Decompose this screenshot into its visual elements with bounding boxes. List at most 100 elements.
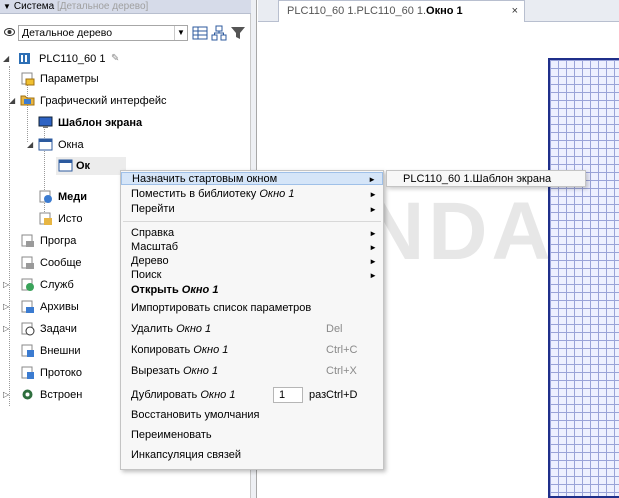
menu-item-goto[interactable]: Перейти ► xyxy=(121,203,383,216)
menu-item-copy[interactable]: Копировать Окно 1 Ctrl+C xyxy=(121,344,383,357)
tree-item-label: Параметры xyxy=(40,73,99,85)
params-icon xyxy=(21,72,35,86)
menu-item-import-params[interactable]: Импортировать список параметров xyxy=(121,302,383,315)
submenu-item-screen-template[interactable]: PLC110_60 1.Шаблон экрана xyxy=(403,172,551,186)
collapsed-arrow-icon[interactable]: ▷ xyxy=(3,276,13,294)
expanded-arrow-icon[interactable]: ◢ xyxy=(3,50,13,68)
submenu-arrow-icon: ► xyxy=(369,257,377,266)
menu-item-rename[interactable]: Переименовать xyxy=(121,429,383,442)
tree-item-label: Сообще xyxy=(40,257,82,269)
duplicate-unit-label: раз xyxy=(309,389,327,401)
tree-item-embedded[interactable]: ▷ Встроен xyxy=(3,386,125,404)
tasks-icon xyxy=(21,322,35,336)
close-icon[interactable]: × xyxy=(512,1,518,21)
document-tab-bar: PLC110_60 1.PLC110_60 1.Окно 1 × xyxy=(258,0,619,22)
tree-item-tasks[interactable]: ▷ Задачи xyxy=(3,320,125,338)
tree-mode-select[interactable]: Детальное дерево ▼ xyxy=(18,25,188,41)
tree-item-protocols[interactable]: Протоко xyxy=(20,364,125,382)
tree-item-external[interactable]: Внешни xyxy=(20,342,125,360)
menu-separator xyxy=(123,221,381,222)
tree-item-screen-template[interactable]: Шаблон экрана xyxy=(38,114,238,132)
panel-title-hint: [Детальное дерево] xyxy=(56,1,149,12)
table-view-icon[interactable] xyxy=(192,25,208,41)
tree-mode-value: Детальное дерево xyxy=(22,27,113,39)
context-menu: Назначить стартовым окном ► Поместить в … xyxy=(120,170,384,470)
submenu-start-window: PLC110_60 1.Шаблон экрана xyxy=(386,170,586,187)
expanded-arrow-icon[interactable]: ◢ xyxy=(27,136,37,154)
tab-window1[interactable]: PLC110_60 1.PLC110_60 1.Окно 1 × xyxy=(278,0,525,22)
menu-item-put-library[interactable]: Поместить в библиотеку Окно 1 ► xyxy=(121,188,383,201)
menu-item-label: Копировать xyxy=(131,344,191,356)
tree-item-label: Архивы xyxy=(40,301,79,313)
messages-icon xyxy=(21,256,34,269)
menu-item-label: Дерево xyxy=(131,255,169,267)
collapse-arrow-icon[interactable]: ▼ xyxy=(3,2,11,11)
menu-item-label: Дублировать xyxy=(131,389,198,401)
tree-connector xyxy=(27,82,28,142)
tree-item-sources[interactable]: Исто xyxy=(38,210,128,228)
tab-title-bold: Окно 1 xyxy=(426,5,463,17)
expanded-arrow-icon[interactable]: ◢ xyxy=(9,92,19,110)
panel-title: Система xyxy=(13,1,55,12)
archives-icon xyxy=(21,300,34,313)
tree-item-label: Внешни xyxy=(40,345,81,357)
menu-item-object: Окно 1 xyxy=(259,188,295,200)
external-icon xyxy=(21,344,34,357)
chevron-down-icon[interactable]: ▼ xyxy=(174,26,187,40)
tree-item-gui[interactable]: ◢ Графический интерфейс xyxy=(9,92,240,110)
menu-item-open[interactable]: Открыть Окно 1 xyxy=(121,284,383,297)
sources-icon xyxy=(39,212,52,225)
tree-item-programs[interactable]: Програ xyxy=(20,232,125,250)
tree-item-label: Графический интерфейс xyxy=(40,95,167,107)
collapsed-arrow-icon[interactable]: ▷ xyxy=(3,320,13,338)
tree-item-windows[interactable]: ◢ Окна xyxy=(27,136,238,154)
submenu-arrow-icon: ► xyxy=(368,175,376,184)
hierarchy-icon[interactable] xyxy=(211,25,227,41)
menu-item-help[interactable]: Справка ► xyxy=(121,227,383,240)
menu-item-set-start[interactable]: Назначить стартовым окном ► xyxy=(121,172,383,185)
pencil-icon[interactable]: ✎ xyxy=(111,50,119,68)
tree-item-label: Служб xyxy=(40,279,74,291)
submenu-arrow-icon: ► xyxy=(369,271,377,280)
collapsed-arrow-icon[interactable]: ▷ xyxy=(3,386,13,404)
duplicate-count-input[interactable]: 1 xyxy=(273,387,303,403)
tree-item-label: Меди xyxy=(58,191,88,203)
window-icon xyxy=(58,159,73,172)
menu-item-label: Переименовать xyxy=(131,429,212,441)
tree-item-label: Окна xyxy=(58,139,84,151)
menu-item-label: Импортировать список параметров xyxy=(131,302,312,314)
menu-item-label: Открыть xyxy=(131,284,179,296)
tree-item-window1[interactable]: Ок xyxy=(56,157,126,175)
screen-grid[interactable] xyxy=(548,58,619,498)
menu-item-duplicate[interactable]: Дублировать Окно 1 1 раз Ctrl+D xyxy=(121,387,383,403)
gear-icon xyxy=(22,389,33,400)
menu-item-search[interactable]: Поиск ► xyxy=(121,269,383,282)
tree-item-messages[interactable]: Сообще xyxy=(20,254,125,272)
menu-item-object: Окно 1 xyxy=(183,365,219,377)
tree-item-media[interactable]: Меди xyxy=(38,188,128,206)
tree-item-label: Програ xyxy=(40,235,77,247)
gui-icon xyxy=(20,95,35,106)
filter-icon[interactable] xyxy=(230,25,246,41)
menu-item-encapsulate[interactable]: Инкапсуляция связей xyxy=(121,449,383,462)
shortcut-label: Ctrl+D xyxy=(326,389,358,401)
menu-item-restore-defaults[interactable]: Восстановить умолчания xyxy=(121,409,383,422)
collapsed-arrow-icon[interactable]: ▷ xyxy=(3,298,13,316)
panel-title-bar: ▼ Система [Детальное дерево] xyxy=(0,0,251,14)
menu-item-delete[interactable]: Удалить Окно 1 Del xyxy=(121,323,383,336)
menu-item-label: Поместить в библиотеку xyxy=(131,188,257,200)
shortcut-label: Del xyxy=(326,323,343,335)
menu-item-cut[interactable]: Вырезать Окно 1 Ctrl+X xyxy=(121,365,383,378)
tree-item-params[interactable]: Параметры xyxy=(20,70,240,88)
tree-item-services[interactable]: ▷ Служб xyxy=(3,276,125,294)
submenu-arrow-icon: ► xyxy=(369,190,377,199)
menu-item-label: Вырезать xyxy=(131,365,180,377)
monitor-icon xyxy=(38,116,53,128)
tree-item-root[interactable]: ◢ PLC110_60 1 ✎ xyxy=(3,50,243,68)
tree-item-label: Шаблон экрана xyxy=(58,117,143,129)
menu-item-object: Окно 1 xyxy=(193,344,229,356)
menu-item-tree[interactable]: Дерево ► xyxy=(121,255,383,268)
tree-item-archives[interactable]: ▷ Архивы xyxy=(3,298,125,316)
menu-item-label: Удалить xyxy=(131,323,173,335)
menu-item-scale[interactable]: Масштаб ► xyxy=(121,241,383,254)
